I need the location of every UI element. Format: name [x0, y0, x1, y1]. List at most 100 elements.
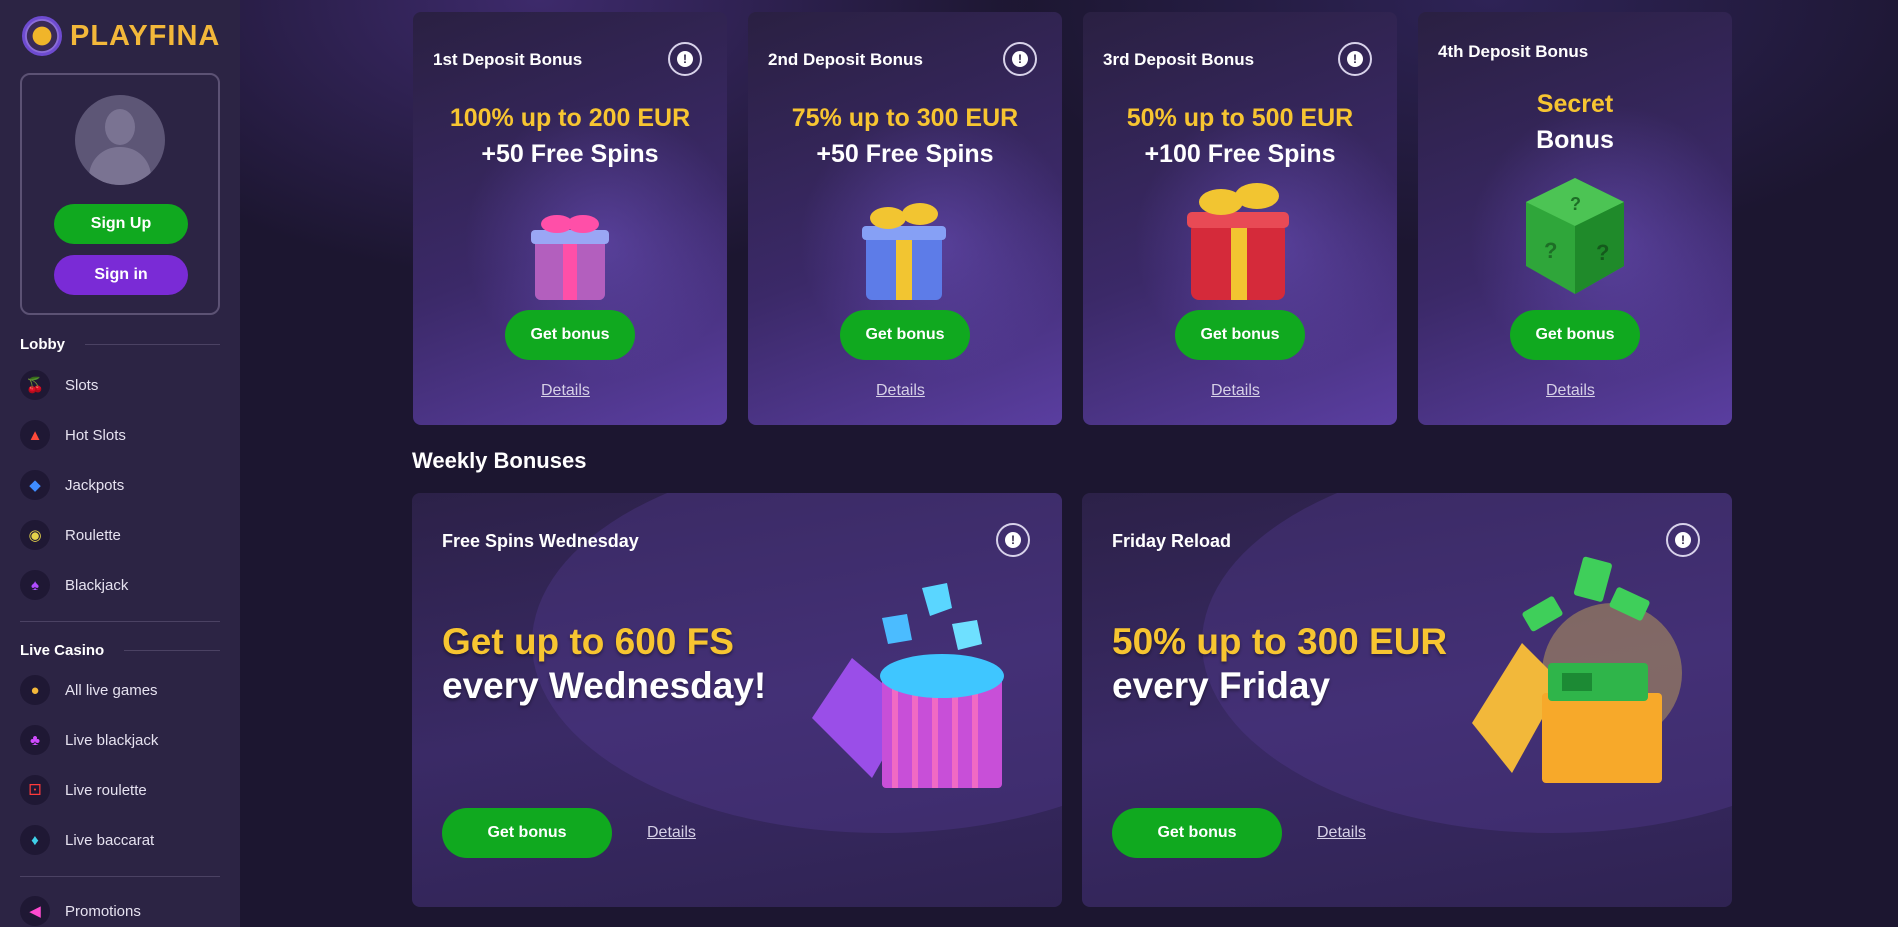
bonus-highlight: 50% up to 500 EUR — [1126, 104, 1354, 132]
sidebar-item-promotions[interactable]: ◀ Promotions — [20, 895, 220, 927]
sidebar-item-label: Roulette — [65, 526, 121, 544]
divider — [20, 876, 220, 877]
info-button[interactable]: ! — [1666, 523, 1700, 557]
live-casino-section-header: Live Casino — [20, 642, 220, 659]
card-title: 1st Deposit Bonus — [433, 50, 583, 69]
sidebar-item-label: All live games — [65, 681, 158, 699]
avatar-placeholder-icon — [75, 95, 165, 185]
get-bonus-button[interactable]: Get bonus — [840, 310, 970, 360]
sidebar-item-label: Live roulette — [65, 781, 147, 799]
sidebar-item-label: Slots — [65, 376, 99, 394]
deposit-bonus-card-1: 1st Deposit Bonus ! 100% up to 200 EUR +… — [413, 12, 727, 425]
pink-gift-icon — [531, 215, 609, 300]
bonus-highlight: 75% up to 300 EUR — [791, 104, 1019, 132]
bonus-subtitle: Bonus — [1536, 126, 1614, 154]
sign-in-button[interactable]: Sign in — [54, 255, 188, 295]
get-bonus-button[interactable]: Get bonus — [1175, 310, 1305, 360]
get-bonus-button[interactable]: Get bonus — [442, 808, 612, 858]
bonus-subtitle: +50 Free Spins — [816, 140, 994, 168]
details-link[interactable]: Details — [876, 382, 925, 400]
sidebar-item-blackjack[interactable]: ♠ Blackjack — [20, 569, 220, 601]
info-icon: ! — [1675, 532, 1691, 548]
blue-gift-icon — [862, 203, 946, 300]
divider — [20, 621, 220, 622]
info-button[interactable]: ! — [1003, 42, 1037, 76]
bonus-subtitle: +50 Free Spins — [481, 140, 659, 168]
weekly-highlight: Get up to 600 FS — [442, 621, 734, 662]
sidebar-item-live-baccarat[interactable]: ♦ Live baccarat — [20, 824, 220, 856]
brand-name: PLAYFINA — [70, 19, 221, 52]
deposit-bonus-card-4: 4th Deposit Bonus Secret Bonus ? ? ? Get… — [1418, 12, 1732, 425]
weekly-bonus-card-friday: Friday Reload ! 50% up to 300 EUR every … — [1082, 493, 1732, 907]
sidebar-item-label: Promotions — [65, 902, 141, 920]
details-link[interactable]: Details — [1211, 382, 1260, 400]
deposit-bonus-card-2: 2nd Deposit Bonus ! 75% up to 300 EUR +5… — [748, 12, 1062, 425]
info-icon: ! — [677, 51, 693, 67]
baccarat-cards-icon: ♦ — [20, 825, 50, 855]
details-link[interactable]: Details — [1317, 824, 1366, 842]
bonus-subtitle: +100 Free Spins — [1144, 140, 1336, 168]
megaphone-icon: ◀ — [20, 896, 50, 926]
bonus-highlight: Secret — [1536, 90, 1614, 118]
sidebar-item-jackpots[interactable]: ◆ Jackpots — [20, 469, 220, 501]
sidebar-item-live-roulette[interactable]: ⚀ Live roulette — [20, 774, 220, 806]
sidebar-item-slots[interactable]: 🍒 Slots — [20, 369, 220, 401]
divider — [124, 650, 220, 651]
svg-text:?: ? — [1570, 194, 1581, 214]
sidebar-item-label: Hot Slots — [65, 426, 126, 444]
diamond-icon: ◆ — [20, 470, 50, 500]
svg-text:?: ? — [1544, 238, 1557, 263]
info-icon: ! — [1012, 51, 1028, 67]
roulette-icon: ◉ — [20, 520, 50, 550]
sidebar-item-all-live-games[interactable]: ● All live games — [20, 674, 220, 706]
card-title: 2nd Deposit Bonus — [768, 50, 923, 69]
weekly-subtitle: every Wednesday! — [442, 665, 767, 706]
divider — [85, 344, 220, 345]
sidebar-item-label: Live baccarat — [65, 831, 155, 849]
clubs-icon: ♣ — [20, 725, 50, 755]
sidebar-item-live-blackjack[interactable]: ♣ Live blackjack — [20, 724, 220, 756]
deposit-bonus-card-3: 3rd Deposit Bonus ! 50% up to 500 EUR +1… — [1083, 12, 1397, 425]
live-casino-section-title: Live Casino — [20, 642, 105, 659]
dice-icon: ⚀ — [20, 775, 50, 805]
info-button[interactable]: ! — [996, 523, 1030, 557]
flame-icon: ▲ — [20, 420, 50, 450]
svg-text:?: ? — [1596, 240, 1609, 265]
info-button[interactable]: ! — [668, 42, 702, 76]
cards-icon: ♠ — [20, 570, 50, 600]
sidebar-item-roulette[interactable]: ◉ Roulette — [20, 519, 220, 551]
mystery-box-icon: ? ? ? — [1526, 178, 1624, 294]
details-link[interactable]: Details — [1546, 382, 1595, 400]
weekly-card-title: Friday Reload — [1112, 531, 1232, 551]
weekly-bonuses-heading: Weekly Bonuses — [412, 448, 587, 473]
info-icon: ! — [1347, 51, 1363, 67]
sidebar-item-hot-slots[interactable]: ▲ Hot Slots — [20, 419, 220, 451]
sidebar-item-label: Live blackjack — [65, 731, 159, 749]
details-link[interactable]: Details — [647, 824, 696, 842]
red-gift-icon — [1187, 183, 1289, 300]
profile-box: Sign Up Sign in — [20, 73, 220, 315]
card-title: 4th Deposit Bonus — [1438, 42, 1589, 61]
weekly-bonus-card-wednesday: Free Spins Wednesday ! Get up to 600 FS … — [412, 493, 1062, 907]
lobby-section-header: Lobby — [20, 336, 220, 353]
cherry-icon: 🍒 — [20, 370, 50, 400]
sidebar-item-label: Blackjack — [65, 576, 129, 594]
get-bonus-button[interactable]: Get bonus — [505, 310, 635, 360]
brand-logo[interactable]: PLAYFINA — [22, 16, 220, 56]
details-link[interactable]: Details — [541, 382, 590, 400]
get-bonus-button[interactable]: Get bonus — [1510, 310, 1640, 360]
sidebar-item-label: Jackpots — [65, 476, 125, 494]
sign-up-button[interactable]: Sign Up — [54, 204, 188, 244]
info-icon: ! — [1005, 532, 1021, 548]
info-button[interactable]: ! — [1338, 42, 1372, 76]
lion-logo-icon — [22, 16, 62, 56]
card-title: 3rd Deposit Bonus — [1103, 50, 1255, 69]
dealer-icon: ● — [20, 675, 50, 705]
lobby-section-title: Lobby — [20, 336, 65, 353]
sidebar: PLAYFINA Sign Up Sign in Lobby 🍒 Slots ▲… — [0, 0, 240, 927]
money-gift-box-icon — [1472, 556, 1682, 783]
weekly-subtitle: every Friday — [1112, 665, 1331, 706]
diamond-gift-box-icon — [812, 583, 1004, 788]
get-bonus-button[interactable]: Get bonus — [1112, 808, 1282, 858]
weekly-card-title: Free Spins Wednesday — [442, 531, 639, 551]
